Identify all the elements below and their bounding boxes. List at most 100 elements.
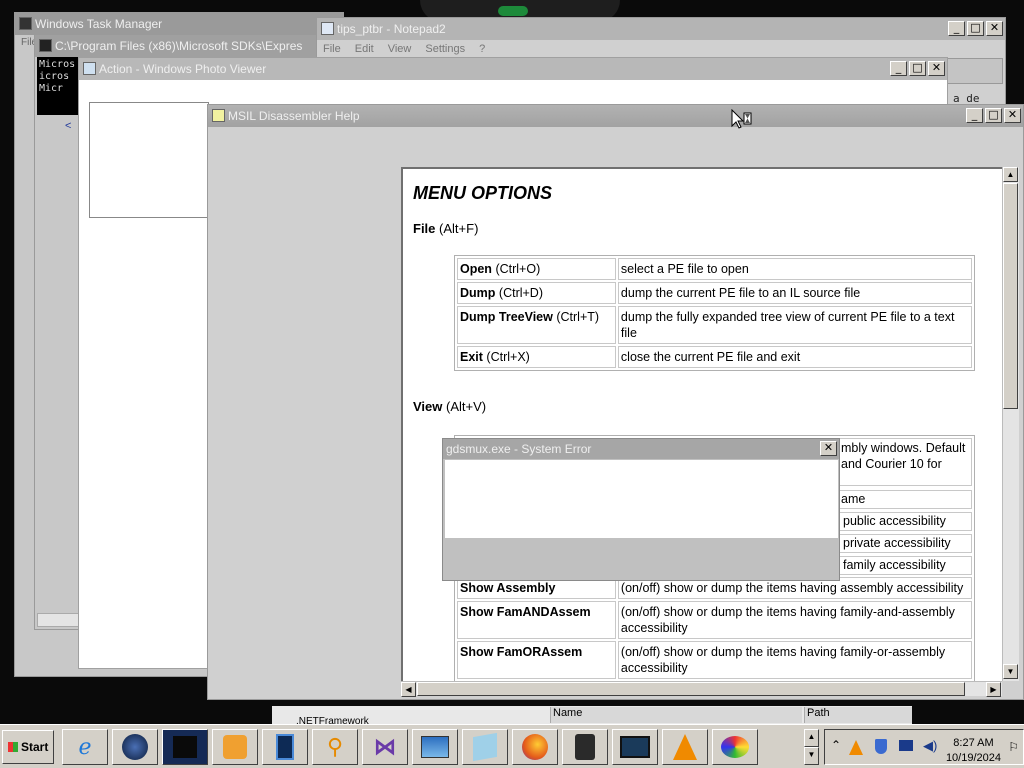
option-desc-cell: (on/off) show or dump the items having f… — [617, 641, 972, 679]
system-error-title: gdsmux.exe - System Error — [446, 442, 592, 456]
option-name-cell: Show FamORAssem — [457, 641, 616, 679]
notepad-toolbar — [945, 58, 1003, 84]
table-row: Dump TreeView (Ctrl+T) dump the fully ex… — [457, 306, 972, 344]
show-desktop-icon[interactable]: ⚐ — [1008, 740, 1019, 754]
photo-viewer-image-frame — [89, 102, 209, 218]
photo-viewer-minimize-button[interactable]: _ — [890, 61, 907, 76]
photo-viewer-maximize-button[interactable]: □ — [909, 61, 926, 76]
notepad-minimize-button[interactable]: _ — [948, 21, 965, 36]
photo-viewer-icon[interactable] — [412, 729, 458, 765]
option-desc-cell: dump the current PE file to an IL source… — [617, 282, 972, 304]
option-name-cell: Dump TreeView (Ctrl+T) — [457, 306, 616, 344]
explorer-col-name[interactable]: Name — [550, 707, 802, 723]
tablet-icon[interactable] — [262, 729, 308, 765]
scroll-down-button[interactable]: ▼ — [1003, 664, 1018, 679]
notepad-close-button[interactable]: ✕ — [986, 21, 1003, 36]
xml-bracket: < — [65, 120, 72, 132]
ildasm-help-title: MSIL Disassembler Help — [228, 109, 360, 123]
option-name-cell: Show FamANDAssem — [457, 601, 616, 639]
search-icon[interactable]: ⚲ — [312, 729, 358, 765]
file-section-name: File — [413, 221, 436, 236]
file-options-table: Open (Ctrl+O) select a PE file to open D… — [454, 255, 975, 371]
notepad-icon[interactable] — [462, 729, 508, 765]
vlc-tray-icon[interactable] — [849, 740, 863, 755]
notepad-menu-help[interactable]: ? — [479, 40, 485, 58]
photo-viewer-titlebar[interactable]: Action - Windows Photo Viewer _ □ ✕ — [79, 58, 947, 80]
taskbar-scroll[interactable]: ▲ ▼ — [804, 729, 820, 765]
system-error-titlebar[interactable]: gdsmux.exe - System Error ✕ — [443, 439, 839, 459]
taskbar: Start ℯ ⚲ ⋈ ▲ ▼ ⌃ ◀) 8:27 AM 10/19/2024 … — [0, 724, 1024, 768]
globe-icon[interactable] — [112, 729, 158, 765]
help-horizontal-scrollbar[interactable]: ◀ ▶ — [401, 681, 1002, 697]
notepad-menu-settings[interactable]: Settings — [425, 40, 465, 58]
view-row1-line1: mbly windows. Default — [841, 441, 966, 455]
notepad-icon — [321, 22, 334, 35]
view-section-name: View — [413, 399, 443, 414]
option-desc-cell: (on/off) show or dump the items having f… — [617, 601, 972, 639]
table-row: Dump (Ctrl+D) dump the current PE file t… — [457, 282, 972, 304]
firefox-icon[interactable] — [512, 729, 558, 765]
hscroll-thumb[interactable] — [417, 682, 965, 696]
ildasm-help-maximize-button[interactable]: □ — [985, 108, 1002, 123]
explorer-behind: .NETFramework Name Path — [272, 706, 912, 727]
help-content-pane[interactable]: MENU OPTIONS File (Alt+F) Open (Ctrl+O) … — [401, 167, 1002, 681]
option-name-cell: Dump (Ctrl+D) — [457, 282, 616, 304]
terminal-icon[interactable] — [162, 729, 208, 765]
task-manager-titlebar[interactable]: Windows Task Manager — [15, 13, 343, 35]
network-icon[interactable] — [899, 740, 913, 751]
ie-icon[interactable]: ℯ — [62, 729, 108, 765]
option-desc-cell: select a PE file to open — [617, 258, 972, 280]
scroll-right-button[interactable]: ▶ — [986, 682, 1001, 697]
file-section-shortcut: (Alt+F) — [439, 221, 479, 236]
trash-icon[interactable] — [562, 729, 608, 765]
explorer-col-path[interactable]: Path — [804, 707, 912, 723]
notepad-menu-edit[interactable]: Edit — [355, 40, 374, 58]
view-section-heading: View (Alt+V) — [413, 399, 486, 414]
ildasm-help-minimize-button[interactable]: _ — [966, 108, 983, 123]
paint-icon[interactable] — [712, 729, 758, 765]
notepad-menu-view[interactable]: View — [388, 40, 412, 58]
notepad-titlebar[interactable]: tips_ptbr - Notepad2 _ □ ✕ — [317, 18, 1005, 40]
cmd-console[interactable]: Micros icros Micr — [37, 57, 79, 115]
shield-icon[interactable] — [875, 739, 887, 754]
option-name-cell: Open (Ctrl+O) — [457, 258, 616, 280]
scroll-thumb[interactable] — [1003, 183, 1018, 409]
ildasm-help-titlebar[interactable]: MSIL Disassembler Help _ □ ✕ — [208, 105, 1023, 127]
system-error-close-button[interactable]: ✕ — [820, 441, 837, 456]
vlc-icon[interactable] — [662, 729, 708, 765]
cmd-titlebar[interactable]: C:\Program Files (x86)\Microsoft SDKs\Ex… — [35, 35, 333, 57]
table-row: Show FamORAssem (on/off) show or dump th… — [457, 641, 972, 679]
cmd-line: Micr — [39, 83, 64, 94]
start-button[interactable]: Start — [2, 730, 54, 764]
cmd-icon — [39, 39, 52, 52]
system-error-dialog[interactable]: gdsmux.exe - System Error ✕ — [442, 438, 840, 581]
volume-icon[interactable]: ◀) — [923, 738, 937, 754]
notepad-menu-file[interactable]: File — [323, 40, 341, 58]
chevron-up-icon[interactable]: ⌃ — [831, 738, 841, 752]
taskbar-scroll-down[interactable]: ▼ — [804, 747, 819, 765]
visual-studio-icon[interactable]: ⋈ — [362, 729, 408, 765]
help-vertical-scrollbar[interactable]: ▲ ▼ — [1002, 167, 1019, 681]
monitor-icon[interactable] — [612, 729, 658, 765]
notepad-title: tips_ptbr - Notepad2 — [337, 22, 446, 36]
cmd-hscroll[interactable] — [37, 613, 79, 627]
media-player-icon[interactable] — [212, 729, 258, 765]
cmd-line: icros — [39, 71, 70, 82]
scroll-left-button[interactable]: ◀ — [401, 682, 416, 697]
cmd-line: Micros — [39, 59, 76, 70]
view-row4: private accessibility — [843, 536, 951, 550]
scroll-up-button[interactable]: ▲ — [1003, 167, 1018, 182]
photo-viewer-close-button[interactable]: ✕ — [928, 61, 945, 76]
view-section-shortcut: (Alt+V) — [446, 399, 487, 414]
view-options-table: Show Assembly (on/off) show or dump the … — [454, 575, 975, 681]
view-row2: ame — [841, 492, 866, 506]
taskbar-scroll-up[interactable]: ▲ — [804, 729, 819, 747]
ildasm-help-close-button[interactable]: ✕ — [1004, 108, 1021, 123]
option-desc-cell: close the current PE file and exit — [617, 346, 972, 368]
view-row1-line2: and Courier 10 for — [841, 457, 942, 471]
clock-time: 8:27 AM — [953, 737, 994, 749]
gadget-green-light — [498, 6, 528, 16]
notepad-maximize-button[interactable]: □ — [967, 21, 984, 36]
view-row5: family accessibility — [843, 558, 946, 572]
clock[interactable]: 8:27 AM 10/19/2024 — [946, 736, 1001, 766]
